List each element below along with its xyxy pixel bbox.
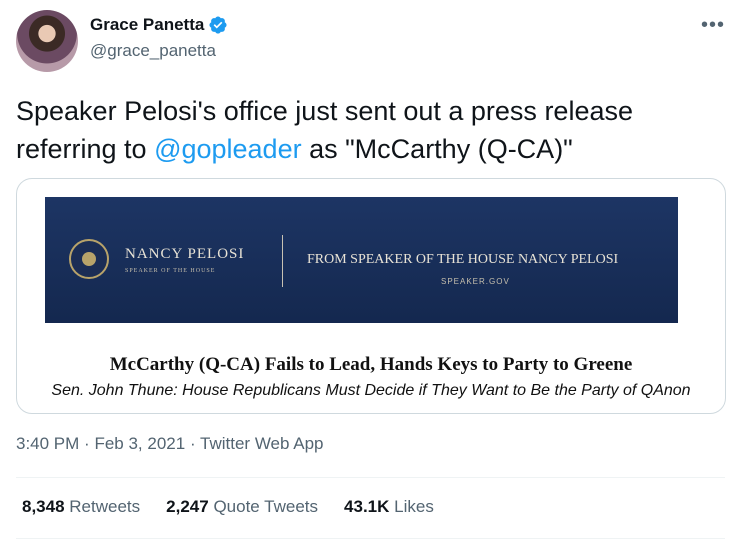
quotes-count: 2,247	[166, 497, 209, 516]
verified-badge-icon	[209, 16, 227, 34]
likes-count: 43.1K	[344, 497, 390, 516]
banner-divider	[282, 235, 283, 287]
divider	[16, 538, 725, 539]
banner-site: SPEAKER.GOV	[441, 277, 510, 286]
quote-tweets-stat[interactable]: 2,247 Quote Tweets	[166, 497, 318, 517]
retweets-label: Retweets	[69, 497, 141, 516]
likes-label: Likes	[394, 497, 434, 516]
tweet-time[interactable]: 3:40 PM	[16, 434, 79, 453]
display-name[interactable]: Grace Panetta	[90, 15, 204, 35]
tweet-stats: 8,348 Retweets 2,247 Quote Tweets 43.1K …	[22, 497, 434, 517]
banner-subtitle: SPEAKER OF THE HOUSE	[125, 268, 216, 274]
avatar[interactable]	[16, 10, 78, 72]
more-options-button[interactable]: •••	[701, 14, 725, 37]
tweet-date[interactable]: Feb 3, 2021	[94, 434, 185, 453]
house-seal-icon	[69, 239, 109, 279]
mention-link[interactable]: @gopleader	[154, 134, 302, 164]
meta-separator: ·	[189, 434, 196, 453]
tweet-text: Speaker Pelosi's office just sent out a …	[16, 92, 716, 168]
press-subhead: Sen. John Thune: House Republicans Must …	[51, 382, 691, 399]
press-release-banner: NANCY PELOSI SPEAKER OF THE HOUSE FROM S…	[45, 197, 678, 323]
author-handle[interactable]: @grace_panetta	[90, 41, 216, 61]
tweet-meta: 3:40 PM · Feb 3, 2021 · Twitter Web App	[16, 434, 324, 454]
banner-from: FROM SPEAKER OF THE HOUSE NANCY PELOSI	[307, 252, 619, 267]
quotes-label: Quote Tweets	[213, 497, 319, 516]
retweets-stat[interactable]: 8,348 Retweets	[22, 497, 140, 517]
media-card[interactable]: NANCY PELOSI SPEAKER OF THE HOUSE FROM S…	[16, 178, 726, 414]
meta-separator: ·	[84, 434, 90, 453]
divider	[16, 477, 725, 478]
tweet-text-after: as "McCarthy (Q-CA)"	[301, 134, 573, 164]
press-headline: McCarthy (Q-CA) Fails to Lead, Hands Key…	[109, 354, 633, 375]
banner-name: NANCY PELOSI	[125, 246, 245, 262]
retweets-count: 8,348	[22, 497, 65, 516]
author-name-row: Grace Panetta	[90, 15, 228, 35]
tweet-source-app[interactable]: Twitter Web App	[200, 434, 323, 453]
likes-stat[interactable]: 43.1K Likes	[344, 497, 434, 517]
